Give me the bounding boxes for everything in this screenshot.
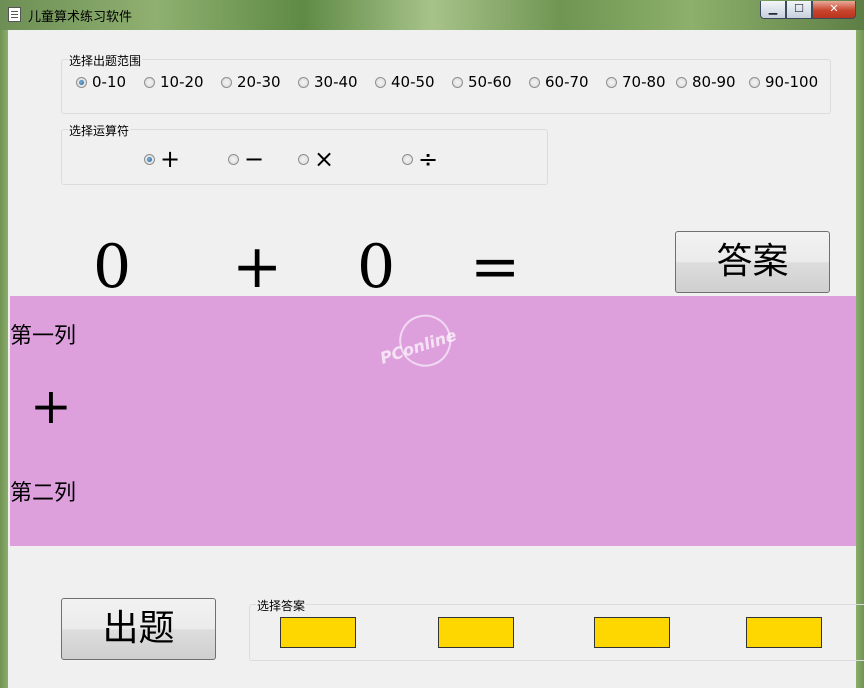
radio-dot[interactable] bbox=[76, 76, 87, 88]
radio-dot[interactable] bbox=[375, 76, 386, 88]
operator-radio-label: − bbox=[244, 145, 265, 173]
window-frame-left bbox=[0, 30, 8, 688]
range-radio-label: 10-20 bbox=[160, 73, 204, 91]
answer-choice-3[interactable] bbox=[594, 617, 670, 648]
operator-radio-label: × bbox=[314, 145, 335, 173]
answer-choice-2[interactable] bbox=[438, 617, 514, 648]
radio-dot[interactable] bbox=[529, 76, 540, 88]
radio-dot[interactable] bbox=[402, 153, 413, 165]
answer-group-legend: 选择答案 bbox=[256, 597, 307, 614]
range-radio-label: 30-40 bbox=[314, 73, 358, 91]
window-title: 儿童算术练习软件 bbox=[28, 10, 133, 25]
range-radio-label: 40-50 bbox=[391, 73, 435, 91]
first-column-label: 第一列 bbox=[10, 324, 77, 349]
radio-dot[interactable] bbox=[749, 76, 760, 88]
app-icon bbox=[8, 7, 21, 22]
maximize-button[interactable]: ☐ bbox=[786, 1, 812, 19]
range-radio-label: 20-30 bbox=[237, 73, 281, 91]
radio-dot[interactable] bbox=[221, 76, 232, 88]
range-radio-50-60[interactable]: 50-60 bbox=[452, 73, 512, 91]
equation-operator: + bbox=[232, 232, 283, 302]
radio-dot[interactable] bbox=[298, 76, 309, 88]
range-radio-label: 80-90 bbox=[692, 73, 736, 91]
range-radio-80-90[interactable]: 80-90 bbox=[676, 73, 736, 91]
title-bar[interactable]: 儿童算术练习软件 ▁ ☐ ✕ bbox=[0, 0, 864, 30]
close-button[interactable]: ✕ bbox=[812, 1, 856, 19]
range-radio-label: 0-10 bbox=[92, 73, 127, 91]
range-radio-20-30[interactable]: 20-30 bbox=[221, 73, 281, 91]
second-column-label: 第二列 bbox=[10, 481, 77, 506]
operator-radio-label: ÷ bbox=[418, 145, 439, 173]
range-radio-label: 70-80 bbox=[622, 73, 666, 91]
answer-choice-1[interactable] bbox=[280, 617, 356, 648]
radio-dot[interactable] bbox=[452, 76, 463, 88]
operator-group-legend: 选择运算符 bbox=[68, 122, 131, 139]
range-radio-label: 50-60 bbox=[468, 73, 512, 91]
operator-radio-minus[interactable]: − bbox=[228, 147, 264, 171]
equals-sign: = bbox=[470, 232, 521, 302]
range-radio-10-20[interactable]: 10-20 bbox=[144, 73, 204, 91]
radio-dot[interactable] bbox=[228, 153, 239, 165]
question-button[interactable]: 出题 bbox=[61, 598, 216, 660]
range-radio-40-50[interactable]: 40-50 bbox=[375, 73, 435, 91]
window-frame-right bbox=[856, 30, 864, 688]
radio-dot[interactable] bbox=[144, 153, 155, 165]
range-radio-60-70[interactable]: 60-70 bbox=[529, 73, 589, 91]
minimize-button[interactable]: ▁ bbox=[760, 1, 786, 19]
answer-choice-4[interactable] bbox=[746, 617, 822, 648]
range-radio-label: 90-100 bbox=[765, 73, 819, 91]
range-radio-70-80[interactable]: 70-80 bbox=[606, 73, 666, 91]
right-operand: 0 bbox=[357, 232, 396, 302]
operator-radio-label: + bbox=[160, 145, 181, 173]
radio-dot[interactable] bbox=[298, 153, 309, 165]
operator-radio-multiply[interactable]: × bbox=[298, 147, 334, 171]
radio-dot[interactable] bbox=[676, 76, 687, 88]
radio-dot[interactable] bbox=[144, 76, 155, 88]
range-radio-30-40[interactable]: 30-40 bbox=[298, 73, 358, 91]
range-radio-label: 60-70 bbox=[545, 73, 589, 91]
left-operand: 0 bbox=[93, 232, 132, 302]
range-radio-0-10[interactable]: 0-10 bbox=[76, 73, 126, 91]
operator-radio-divide[interactable]: ÷ bbox=[402, 147, 438, 171]
panel-operator: + bbox=[30, 377, 72, 435]
range-group-legend: 选择出题范围 bbox=[68, 52, 143, 69]
radio-dot[interactable] bbox=[606, 76, 617, 88]
range-radio-90-100[interactable]: 90-100 bbox=[749, 73, 818, 91]
answer-button[interactable]: 答案 bbox=[675, 231, 830, 293]
operator-radio-plus[interactable]: + bbox=[144, 147, 180, 171]
